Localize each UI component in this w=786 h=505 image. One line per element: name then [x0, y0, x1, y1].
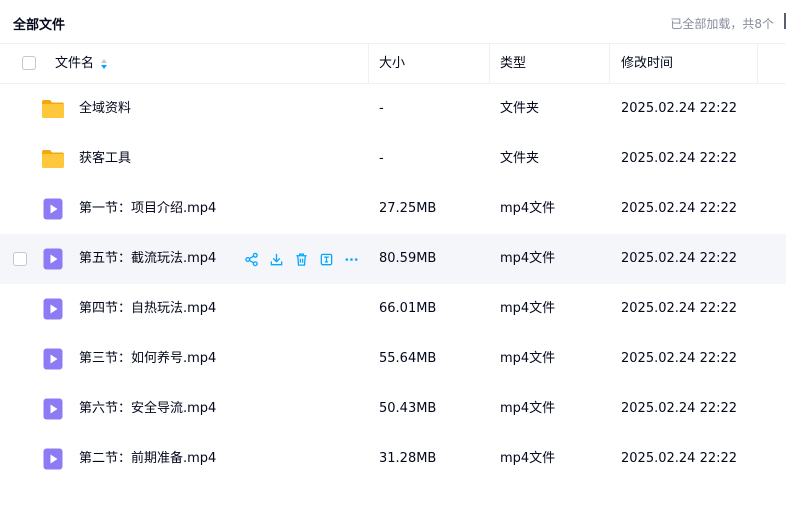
row-actions — [243, 250, 359, 268]
file-modified: 2025.02.24 22:22 — [621, 151, 738, 166]
file-name[interactable]: 第六节：安全导流.mp4 — [79, 384, 216, 434]
file-type: mp4文件 — [500, 451, 556, 466]
file-row[interactable]: 第五节：截流玩法.mp4 80.59MB mp4文件 2025.02.24 22:22 — [0, 234, 786, 284]
file-type: mp4文件 — [500, 301, 556, 316]
column-divider — [368, 44, 369, 84]
file-type: 文件夹 — [500, 101, 540, 116]
file-modified: 2025.02.24 22:22 — [621, 451, 738, 466]
file-name[interactable]: 获客工具 — [79, 134, 131, 184]
file-row[interactable]: 第六节：安全导流.mp4 50.43MB mp4文件 2025.02.24 22:22 — [0, 384, 786, 434]
more-icon[interactable] — [343, 250, 359, 268]
share-icon[interactable] — [243, 250, 259, 268]
file-size: 66.01MB — [379, 301, 437, 316]
breadcrumb[interactable]: 全部文件 — [13, 14, 65, 33]
column-header-name[interactable]: 文件名 — [55, 44, 94, 84]
sort-icon[interactable] — [100, 57, 108, 71]
video-file-icon — [41, 297, 65, 321]
file-size: 27.25MB — [379, 201, 437, 216]
file-modified: 2025.02.24 22:22 — [621, 351, 738, 366]
file-type: mp4文件 — [500, 401, 556, 416]
file-modified: 2025.02.24 22:22 — [621, 251, 738, 266]
file-size: 50.43MB — [379, 401, 437, 416]
file-modified: 2025.02.24 22:22 — [621, 201, 738, 216]
file-name[interactable]: 第四节：自热玩法.mp4 — [79, 284, 216, 334]
column-header-modified[interactable]: 修改时间 — [621, 44, 673, 84]
file-row[interactable]: 第四节：自热玩法.mp4 66.01MB mp4文件 2025.02.24 22:22 — [0, 284, 786, 334]
folder-icon — [41, 147, 65, 171]
folder-icon — [41, 97, 65, 121]
file-row[interactable]: 第三节：如何养号.mp4 55.64MB mp4文件 2025.02.24 22:22 — [0, 334, 786, 384]
column-divider — [609, 44, 610, 84]
video-file-icon — [41, 197, 65, 221]
file-name[interactable]: 第三节：如何养号.mp4 — [79, 334, 216, 384]
file-type: 文件夹 — [500, 151, 540, 166]
folder-row[interactable]: 获客工具 - 文件夹 2025.02.24 22:22 — [0, 134, 786, 184]
file-type: mp4文件 — [500, 351, 556, 366]
row-checkbox[interactable] — [13, 252, 27, 266]
loaded-status: 已全部加载，共8个 — [670, 17, 774, 31]
file-modified: 2025.02.24 22:22 — [621, 301, 738, 316]
file-size: - — [379, 101, 384, 116]
file-name[interactable]: 第一节：项目介绍.mp4 — [79, 184, 216, 234]
video-file-icon — [41, 247, 65, 271]
file-size: 55.64MB — [379, 351, 437, 366]
file-row[interactable]: 第一节：项目介绍.mp4 27.25MB mp4文件 2025.02.24 22:22 — [0, 184, 786, 234]
file-size: 80.59MB — [379, 251, 437, 266]
file-name[interactable]: 全域资料 — [79, 84, 131, 134]
file-size: - — [379, 151, 384, 166]
file-modified: 2025.02.24 22:22 — [621, 101, 738, 116]
file-size: 31.28MB — [379, 451, 437, 466]
delete-icon[interactable] — [293, 250, 309, 268]
select-all-checkbox[interactable] — [22, 56, 36, 70]
file-modified: 2025.02.24 22:22 — [621, 401, 738, 416]
column-header-type[interactable]: 类型 — [500, 44, 526, 84]
file-type: mp4文件 — [500, 201, 556, 216]
file-name[interactable]: 第五节：截流玩法.mp4 — [79, 234, 216, 284]
download-icon[interactable] — [268, 250, 284, 268]
file-name[interactable]: 第二节：前期准备.mp4 — [79, 434, 216, 484]
column-divider — [757, 44, 758, 84]
column-divider — [489, 44, 490, 84]
file-type: mp4文件 — [500, 251, 556, 266]
folder-row[interactable]: 全域资料 - 文件夹 2025.02.24 22:22 — [0, 84, 786, 134]
file-row[interactable]: 第二节：前期准备.mp4 31.28MB mp4文件 2025.02.24 22:22 — [0, 434, 786, 484]
table-header: 文件名 大小 类型 修改时间 — [0, 44, 786, 84]
top-bar: 全部文件 已全部加载，共8个 — [0, 0, 786, 44]
video-file-icon — [41, 397, 65, 421]
rename-icon[interactable] — [318, 250, 334, 268]
video-file-icon — [41, 347, 65, 371]
video-file-icon — [41, 447, 65, 471]
column-header-size[interactable]: 大小 — [379, 44, 405, 84]
